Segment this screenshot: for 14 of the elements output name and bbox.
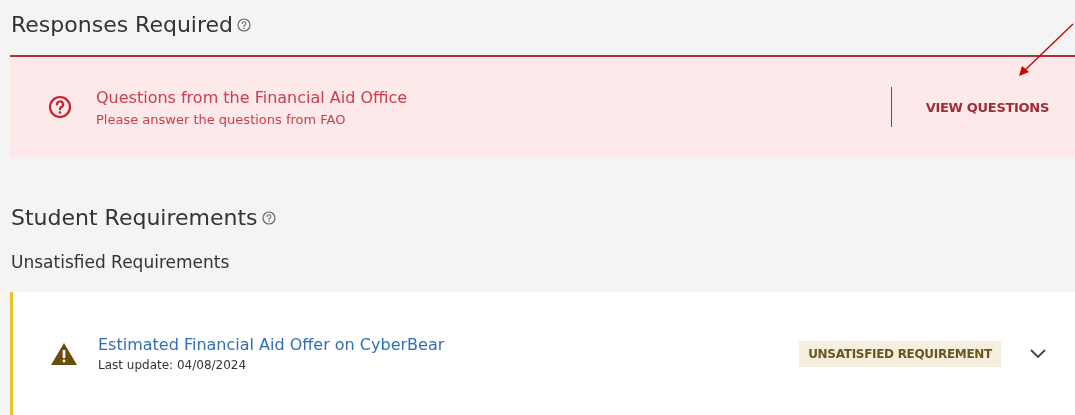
alert-title: Questions from the Financial Aid Office <box>96 87 409 107</box>
alert-message: Please answer the questions from FAO <box>96 111 347 127</box>
section-title: Responses Required <box>11 12 234 37</box>
requirement-link[interactable]: Estimated Financial Aid Offer on CyberBear <box>98 335 800 354</box>
question-icon <box>48 95 72 119</box>
section-title: Student Requirements <box>11 205 258 230</box>
help-icon[interactable] <box>261 210 276 225</box>
help-icon[interactable] <box>237 17 252 32</box>
view-questions-button[interactable]: VIEW QUESTIONS <box>921 95 1053 119</box>
status-badge: UNSATISFIED REQUIREMENT <box>799 340 1001 367</box>
subsection-title: Unsatisfied Requirements <box>11 252 231 272</box>
last-update-text: Last update: 04/08/2024 <box>98 358 248 372</box>
chevron-icon[interactable] <box>1029 347 1047 360</box>
warning-icon <box>50 341 78 366</box>
